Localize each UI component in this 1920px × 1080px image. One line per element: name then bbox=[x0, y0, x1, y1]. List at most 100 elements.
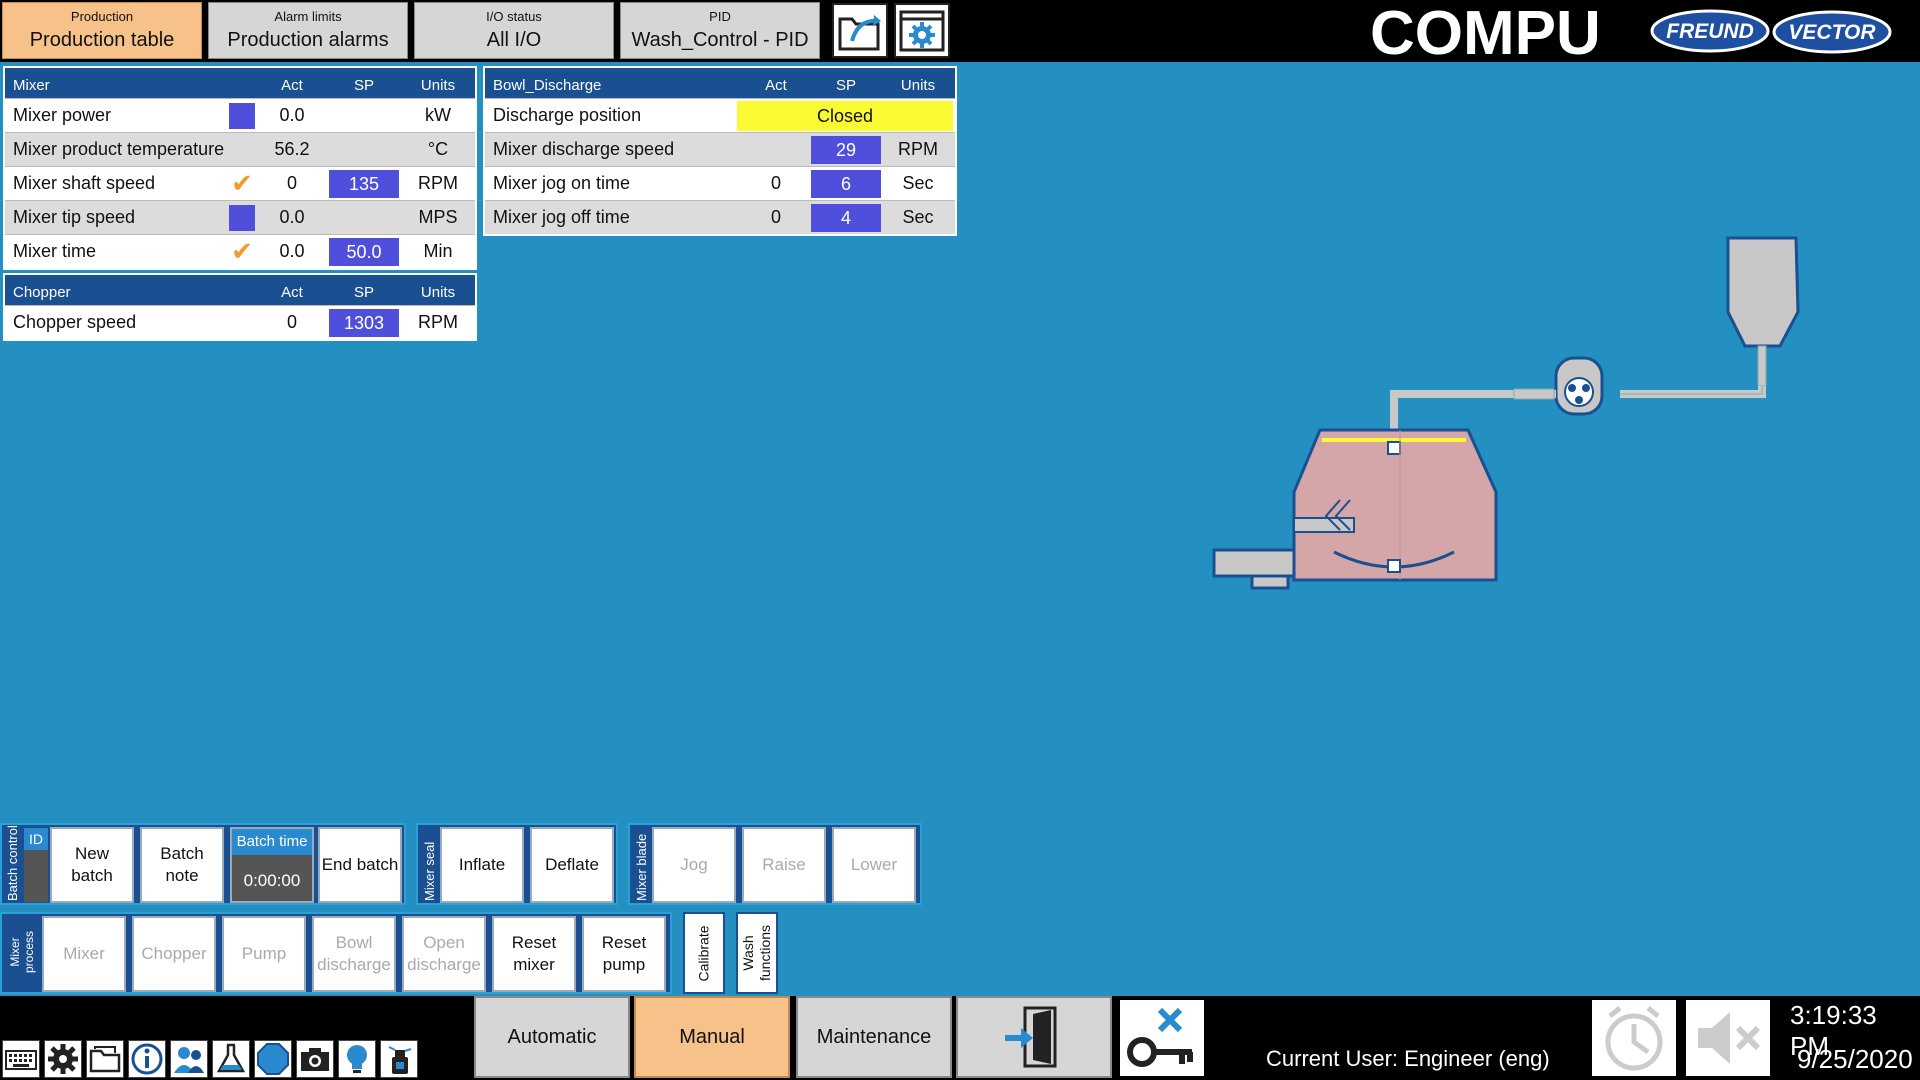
bowl-discharge-table: Bowl_Discharge Act SP Units Discharge po… bbox=[483, 66, 957, 236]
table-title: Chopper bbox=[13, 284, 71, 301]
tab-label: All I/O bbox=[486, 29, 542, 51]
tab-caption: Alarm limits bbox=[274, 9, 342, 24]
units-value: MPS bbox=[418, 207, 458, 227]
reset-mixer-button[interactable]: Reset mixer bbox=[492, 916, 576, 992]
config-button[interactable] bbox=[44, 1040, 82, 1078]
table-row: Mixer shaft speed ✔ 0 135 RPM bbox=[5, 166, 475, 200]
act-value: 0.0 bbox=[279, 207, 305, 227]
stop-octagon-icon bbox=[257, 1043, 289, 1075]
reset-pump-button[interactable]: Reset pump bbox=[582, 916, 666, 992]
lower-button[interactable]: Lower bbox=[832, 827, 916, 903]
act-value: 0 bbox=[770, 207, 781, 227]
calibrate-button[interactable]: Calibrate bbox=[683, 912, 725, 994]
keyboard-button[interactable] bbox=[2, 1040, 40, 1078]
discharge-status-badge: Closed bbox=[737, 100, 953, 131]
units-value: °C bbox=[427, 139, 449, 159]
setpoint-input[interactable]: 50.0 bbox=[329, 237, 399, 266]
setpoint-input[interactable]: 29 bbox=[811, 135, 881, 164]
supply-pipe bbox=[1620, 386, 1766, 398]
tab-label: Production alarms bbox=[227, 29, 389, 51]
row-name: Discharge position bbox=[493, 105, 642, 125]
tab-production-table[interactable]: Production Production table bbox=[2, 2, 202, 59]
mixer-table: Mixer Act SP Units Mixer power 0.0 kW Mi… bbox=[3, 66, 477, 270]
pump-icon bbox=[1554, 356, 1604, 416]
act-value: 0 bbox=[286, 312, 297, 332]
units-value: kW bbox=[425, 105, 451, 125]
open-folder-button[interactable] bbox=[832, 3, 888, 58]
recipe-button[interactable] bbox=[212, 1040, 250, 1078]
raise-button[interactable]: Raise bbox=[742, 827, 826, 903]
mixer-process-diagram bbox=[1212, 236, 1800, 590]
col-act: Act bbox=[281, 77, 303, 94]
setpoint-input[interactable]: 4 bbox=[811, 203, 881, 232]
end-batch-button[interactable]: End batch bbox=[318, 827, 402, 903]
status-indicator bbox=[229, 204, 255, 231]
new-batch-button[interactable]: New batch bbox=[50, 827, 134, 903]
inflate-button[interactable]: Inflate bbox=[440, 827, 524, 903]
setpoint-input[interactable]: 135 bbox=[329, 169, 399, 198]
wash-functions-button[interactable]: Wash functions bbox=[736, 912, 778, 994]
table-header: Chopper Act SP Units bbox=[5, 275, 475, 305]
tab-production-alarms[interactable]: Alarm limits Production alarms bbox=[208, 2, 408, 59]
table-row: Mixer time ✔ 0.0 50.0 Min bbox=[5, 234, 475, 268]
brand-badge-freund: FREUND bbox=[1666, 20, 1754, 43]
row-name: Mixer power bbox=[13, 105, 112, 125]
mixer-button[interactable]: Mixer bbox=[42, 916, 126, 992]
jog-button[interactable]: Jog bbox=[652, 827, 736, 903]
bowl-discharge-button[interactable]: Bowl discharge bbox=[312, 916, 396, 992]
users-button[interactable] bbox=[170, 1040, 208, 1078]
mode-maintenance-button[interactable]: Maintenance bbox=[796, 996, 952, 1078]
mode-automatic-button[interactable]: Automatic bbox=[474, 996, 630, 1078]
stop-button[interactable] bbox=[254, 1040, 292, 1078]
chopper-button[interactable]: Chopper bbox=[132, 916, 216, 992]
tab-label: Wash_Control - PID bbox=[631, 29, 809, 51]
deflate-button[interactable]: Deflate bbox=[530, 827, 614, 903]
files-button[interactable] bbox=[86, 1040, 124, 1078]
calibrate-label: Calibrate bbox=[695, 924, 712, 982]
batch-time-label: Batch time bbox=[232, 829, 312, 855]
tab-wash-control-pid[interactable]: PID Wash_Control - PID bbox=[620, 2, 820, 59]
alarm-clock-button[interactable] bbox=[1592, 1000, 1676, 1076]
table-header: Bowl_Discharge Act SP Units bbox=[485, 68, 955, 98]
check-icon: ✔ bbox=[231, 236, 253, 266]
group-label: Batch control bbox=[5, 825, 20, 901]
status-indicator bbox=[229, 102, 255, 129]
clock-date: 9/25/2020 bbox=[1797, 1044, 1913, 1074]
tab-all-io[interactable]: I/O status All I/O bbox=[414, 2, 614, 59]
exit-door-icon bbox=[1005, 1006, 1057, 1068]
brand-logo: COMPU FREUND VECTOR bbox=[1370, 2, 1892, 60]
row-name: Mixer discharge speed bbox=[493, 139, 675, 159]
batch-id-field[interactable]: ID bbox=[24, 828, 48, 902]
col-units: Units bbox=[420, 77, 456, 94]
mute-button[interactable] bbox=[1686, 1000, 1770, 1076]
chopper-table: Chopper Act SP Units Chopper speed 0 130… bbox=[3, 273, 477, 341]
check-icon: ✔ bbox=[231, 168, 253, 198]
logout-button[interactable] bbox=[956, 996, 1112, 1078]
help-button[interactable] bbox=[338, 1040, 376, 1078]
info-button[interactable] bbox=[128, 1040, 166, 1078]
col-units: Units bbox=[900, 77, 936, 94]
batch-note-button[interactable]: Batch note bbox=[140, 827, 224, 903]
users-icon bbox=[174, 1047, 204, 1073]
col-sp: SP bbox=[353, 284, 374, 301]
act-value: 56.2 bbox=[274, 139, 310, 159]
camera-button[interactable] bbox=[296, 1040, 334, 1078]
col-act: Act bbox=[281, 284, 303, 301]
col-sp: SP bbox=[835, 77, 856, 94]
row-name: Mixer tip speed bbox=[13, 207, 136, 227]
row-name: Mixer jog off time bbox=[493, 207, 630, 227]
login-key-button[interactable] bbox=[1120, 1000, 1204, 1076]
settings-button[interactable] bbox=[894, 3, 950, 58]
pump-button[interactable]: Pump bbox=[222, 916, 306, 992]
col-sp: SP bbox=[353, 77, 374, 94]
table-header: Mixer Act SP Units bbox=[5, 68, 475, 98]
act-value: 0.0 bbox=[279, 105, 305, 125]
gear-window-icon bbox=[899, 10, 945, 52]
flask-icon bbox=[216, 1043, 246, 1073]
setpoint-input[interactable]: 1303 bbox=[329, 308, 399, 337]
open-discharge-button[interactable]: Open discharge bbox=[402, 916, 486, 992]
table-row: Mixer product temperature 56.2 °C bbox=[5, 132, 475, 166]
clean-button[interactable] bbox=[380, 1040, 418, 1078]
mode-manual-button[interactable]: Manual bbox=[634, 996, 790, 1078]
setpoint-input[interactable]: 6 bbox=[811, 169, 881, 198]
